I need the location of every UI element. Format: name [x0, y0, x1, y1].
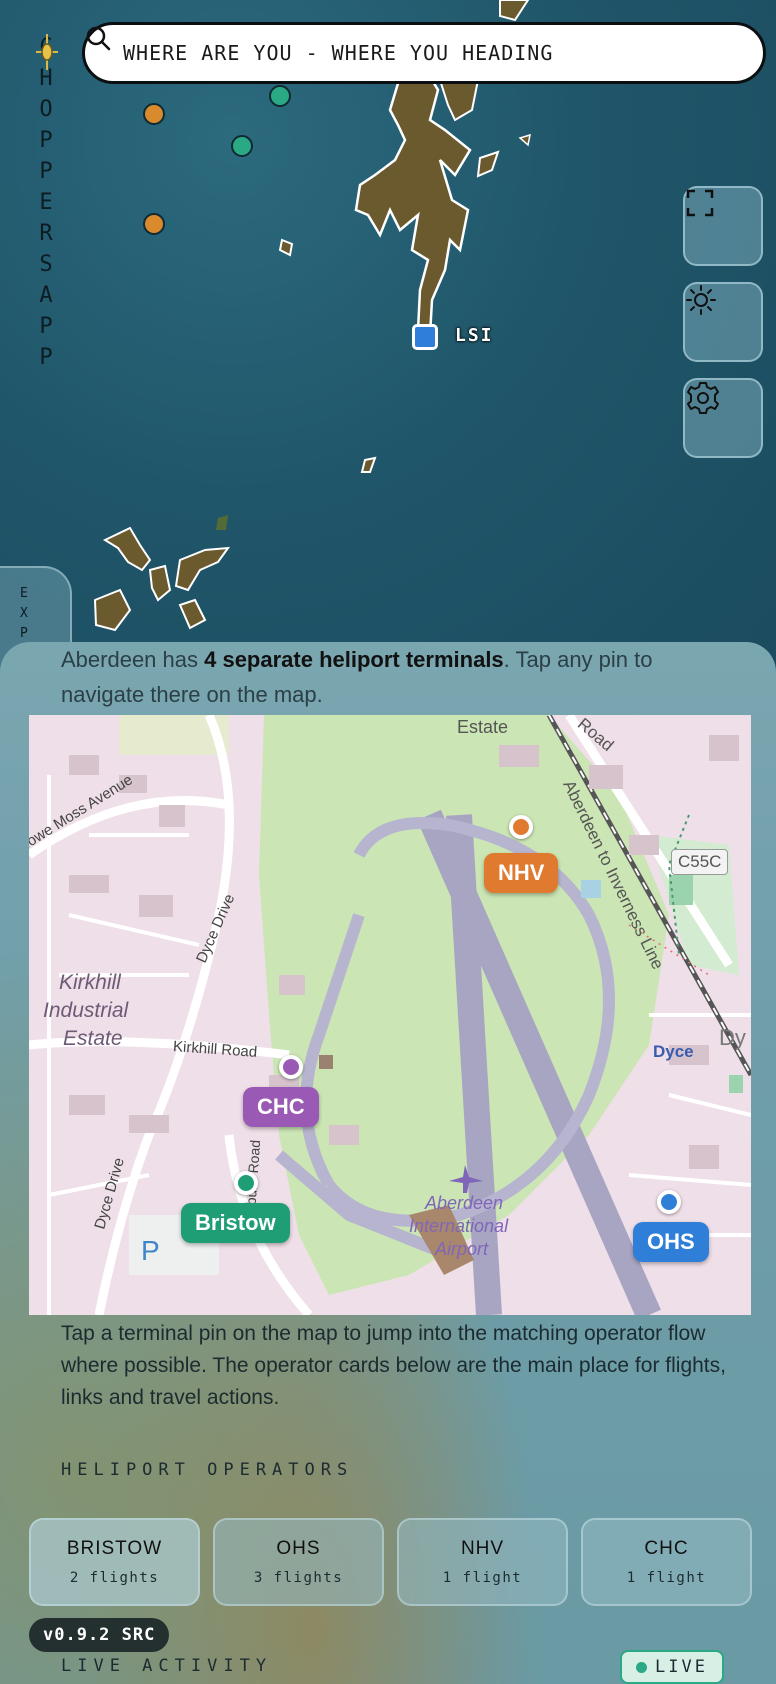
islands-layer — [93, 0, 531, 632]
exp-tab-label: EXP — [20, 586, 28, 641]
pin-bristow[interactable] — [234, 1171, 258, 1195]
map-label-airport-3: Airport — [435, 1239, 489, 1259]
operator-flights: 1 flight — [626, 1570, 707, 1586]
operators-heading: HELIPORT OPERATORS — [61, 1460, 354, 1480]
sea-map[interactable]: CHOPPERS APP — [0, 0, 776, 700]
map-dot-orange[interactable] — [143, 213, 165, 235]
live-badge-label: LIVE — [655, 1657, 708, 1677]
pin-nhv[interactable] — [509, 815, 533, 839]
intro-text: Aberdeen has 4 separate heliport termina… — [61, 642, 741, 712]
map-label-dyce: Dyce — [653, 1042, 694, 1061]
operator-card-chc[interactable]: CHC 1 flight — [581, 1518, 752, 1606]
map-dot-orange[interactable] — [143, 103, 165, 125]
operator-flights: 1 flight — [442, 1570, 523, 1586]
parking-icon: P — [141, 1235, 160, 1266]
pin-label-bristow[interactable]: Bristow — [181, 1203, 290, 1243]
map-label-dy: Dy — [719, 1025, 746, 1050]
helicopter-logo-icon — [36, 34, 58, 70]
map-label-airport-2: International — [409, 1216, 509, 1236]
terminal-map[interactable]: Estate Road Howe Moss Avenue Aberdeen to… — [29, 715, 751, 1315]
map-dot-green[interactable] — [269, 85, 291, 107]
pin-label-ohs[interactable]: OHS — [633, 1222, 709, 1262]
map-label-kirkhill-1: Kirkhill — [59, 971, 121, 994]
gear-icon — [687, 382, 719, 414]
operator-name: CHC — [644, 1538, 689, 1559]
map-label-estate-top: Estate — [457, 717, 509, 737]
operator-card-nhv[interactable]: NHV 1 flight — [397, 1518, 568, 1606]
brand: CHOPPERS APP — [34, 32, 58, 373]
brand-text: CHOPPERS APP — [39, 35, 53, 370]
operator-card-bristow[interactable]: BRISTOW 2 flights — [29, 1518, 200, 1606]
settings-button[interactable] — [683, 378, 763, 458]
pin-label-nhv[interactable]: NHV — [484, 853, 559, 893]
operator-card-ohs[interactable]: OHS 3 flights — [213, 1518, 384, 1606]
operator-flights: 2 flights — [69, 1570, 160, 1586]
search-bar[interactable] — [82, 22, 766, 84]
map-label-airport-1: Aberdeen — [425, 1193, 504, 1213]
live-dot-icon — [636, 1661, 647, 1673]
live-activity-heading: LIVE ACTIVITY — [61, 1656, 273, 1676]
operator-name: BRISTOW — [66, 1538, 163, 1559]
brightness-button[interactable] — [683, 282, 763, 362]
search-input[interactable] — [123, 41, 763, 65]
fullscreen-button[interactable] — [683, 186, 763, 266]
bottom-sheet[interactable]: Aberdeen has 4 separate heliport termina… — [0, 642, 776, 1684]
map-dot-green[interactable] — [231, 135, 253, 157]
intro-bold: 4 separate heliport terminals — [204, 647, 504, 672]
pin-ohs[interactable] — [657, 1190, 681, 1214]
live-badge: LIVE — [620, 1650, 724, 1684]
operator-flights: 3 flights — [253, 1570, 344, 1586]
lsi-label: LSI — [455, 325, 494, 346]
fullscreen-icon — [686, 189, 714, 217]
intro-prefix: Aberdeen has — [61, 647, 205, 672]
pin-label-chc[interactable]: CHC — [243, 1087, 319, 1127]
version-badge: v0.9.2 SRC — [29, 1618, 170, 1652]
pin-chc[interactable] — [279, 1055, 303, 1079]
map-label-c55c: C55C — [671, 849, 729, 875]
operator-name: OHS — [276, 1538, 321, 1559]
map-label-kirkhill-2: Industrial — [43, 999, 129, 1022]
map-label-kirkhill-3: Estate — [63, 1027, 123, 1050]
lsi-marker[interactable] — [412, 324, 438, 350]
operator-name: NHV — [460, 1538, 505, 1559]
search-icon — [86, 26, 111, 51]
tap-instructions: Tap a terminal pin on the map to jump in… — [61, 1322, 726, 1409]
sun-icon — [686, 285, 716, 315]
